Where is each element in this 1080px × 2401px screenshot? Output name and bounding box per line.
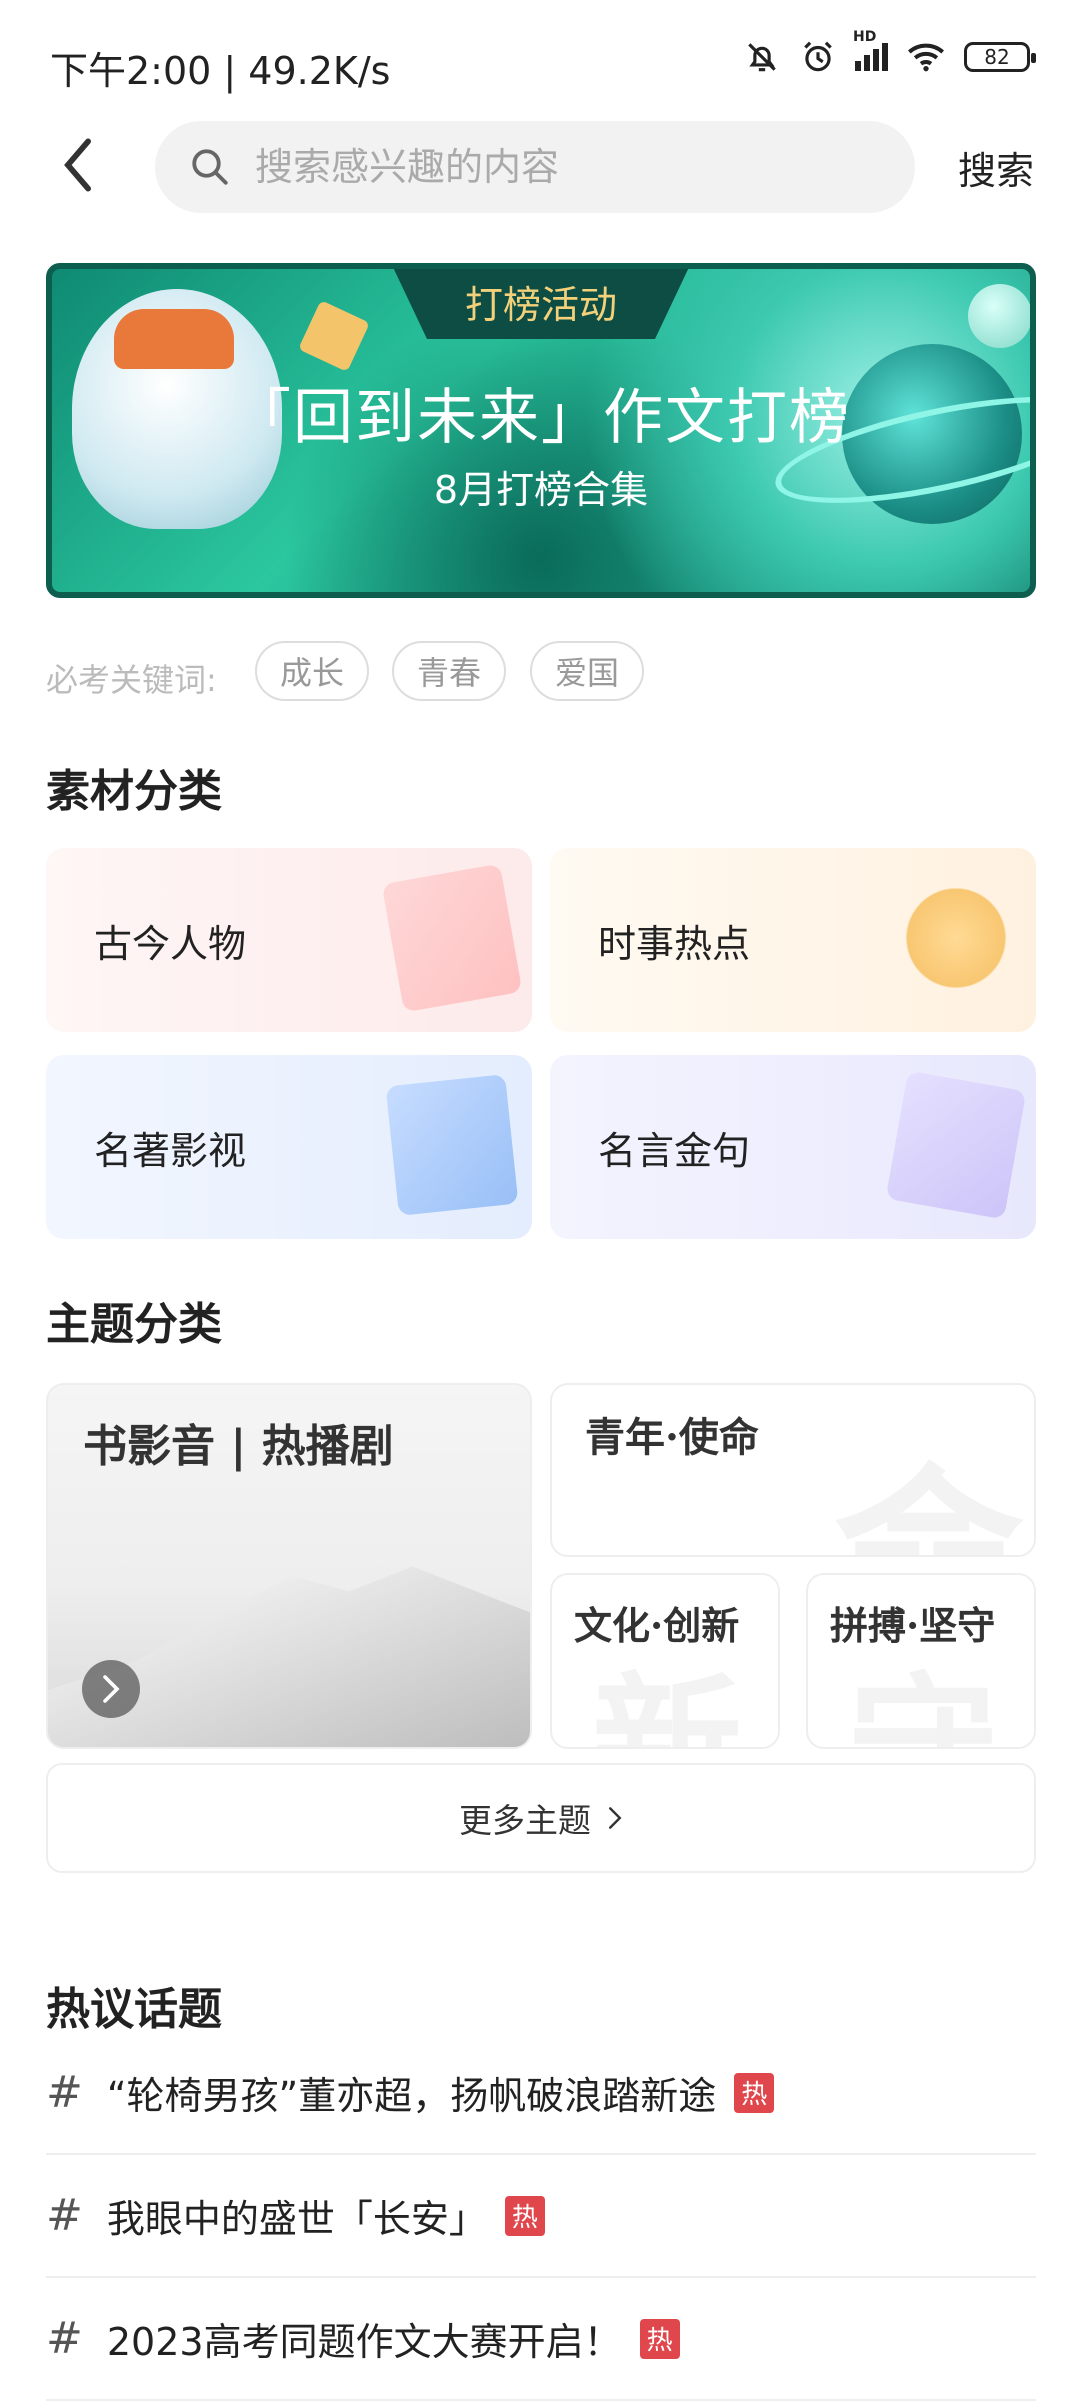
keyword-chip[interactable]: 青春 [392, 641, 506, 701]
material-card-label: 古今人物 [94, 921, 247, 966]
mute-bell-icon [748, 43, 776, 72]
watermark-glyph: 命 [834, 1405, 1024, 1555]
medal-icon [896, 873, 1016, 1003]
material-card-label: 时事热点 [598, 921, 751, 966]
material-card-quotes[interactable]: 名言金句 [550, 1055, 1036, 1239]
battery-indicator: 82 [964, 42, 1036, 72]
alarm-icon [804, 41, 832, 72]
promo-banner[interactable]: 打榜活动 「回到未来」作文打榜 8月打榜合集 [46, 263, 1036, 598]
search-icon [192, 149, 228, 185]
material-card-label: 名著影视 [94, 1128, 247, 1173]
chevron-left-icon [64, 138, 91, 192]
themes-section-title: 主题分类 [46, 1299, 222, 1350]
status-icons: HD 82 [743, 29, 1036, 76]
mountain-illustration [48, 1566, 530, 1747]
hot-topic-item[interactable]: # 2023高考同题作文大赛开启！ 热 [46, 2278, 1036, 2401]
more-themes-label: 更多主题 [459, 1801, 591, 1840]
status-time: 下午2:00 | 49.2K/s [50, 49, 391, 93]
newspaper-icon [381, 863, 523, 1013]
theme-card-culture[interactable]: 新 文化·创新 [550, 1573, 780, 1749]
materials-section-title: 素材分类 [46, 766, 222, 817]
theme-card-title: 文化·创新 [574, 1603, 740, 1648]
keywords-label: 必考关键词: [46, 661, 217, 699]
network-type: HD [853, 29, 877, 45]
material-card-classics[interactable]: 名著影视 [46, 1055, 532, 1239]
banner-title: 「回到未来」作文打榜 [231, 383, 851, 453]
search-input[interactable] [253, 144, 897, 190]
cube-illustration [298, 300, 370, 372]
signal-icon: HD [853, 29, 888, 71]
keyword-chip[interactable]: 爱国 [530, 641, 644, 701]
hot-topic-item[interactable]: # 我眼中的盛世「长安」 热 [46, 2155, 1036, 2278]
theme-featured-title: 书影音 | 热播剧 [83, 1421, 394, 1472]
topic-text: 2023高考同题作文大赛开启！ [106, 2320, 622, 2364]
banner-tag: 打榜活动 [391, 269, 691, 339]
material-card-figures[interactable]: 古今人物 [46, 848, 532, 1032]
theme-card-youth[interactable]: 命 青年·使命 [550, 1383, 1036, 1557]
hot-badge: 热 [639, 2318, 680, 2359]
theme-card-title: 拼搏·坚守 [830, 1603, 996, 1648]
more-themes-button[interactable]: 更多主题 [46, 1763, 1036, 1873]
moon-illustration [968, 284, 1030, 348]
chevron-right-icon [608, 1807, 622, 1829]
topic-text: “轮椅男孩”董亦超，扬帆破浪踏新途 [106, 2074, 717, 2118]
theme-card-struggle[interactable]: 守 拼搏·坚守 [806, 1573, 1036, 1749]
topic-text: 我眼中的盛世「长安」 [106, 2197, 487, 2241]
hot-badge: 热 [734, 2072, 775, 2113]
book-icon [385, 1074, 519, 1216]
keyword-chip[interactable]: 成长 [255, 641, 369, 701]
hashtag-icon: # [46, 2313, 83, 2364]
material-card-hot[interactable]: 时事热点 [550, 848, 1036, 1032]
hashtag-icon: # [46, 2190, 83, 2241]
hot-badge: 热 [504, 2195, 545, 2236]
back-button[interactable] [48, 130, 108, 200]
banner-subtitle: 8月打榜合集 [433, 468, 649, 512]
material-card-label: 名言金句 [598, 1128, 751, 1173]
wifi-icon [908, 43, 944, 72]
search-bar[interactable] [155, 121, 915, 213]
hot-topics-section-title: 热议话题 [46, 1984, 222, 2035]
theme-card-featured[interactable]: 书影音 | 热播剧 [46, 1383, 532, 1749]
search-button[interactable]: 搜索 [958, 140, 1034, 195]
theme-card-title: 青年·使命 [585, 1414, 759, 1461]
hot-topic-item[interactable]: # “轮椅男孩”董亦超，扬帆破浪踏新途 热 [46, 2032, 1036, 2155]
scroll-icon [885, 1070, 1027, 1220]
chevron-right-icon[interactable] [82, 1660, 140, 1718]
hashtag-icon: # [46, 2067, 83, 2118]
astronaut-hair-illustration [114, 309, 234, 369]
